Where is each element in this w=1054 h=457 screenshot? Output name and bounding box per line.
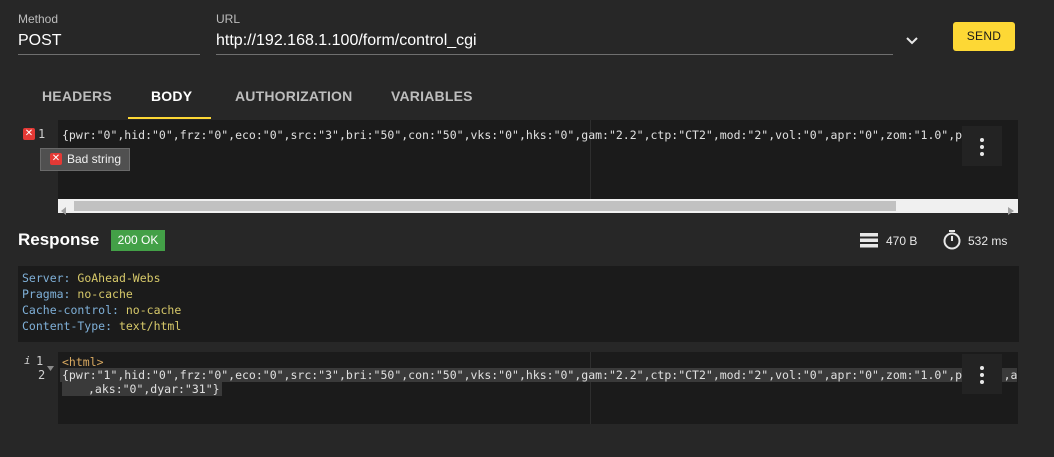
send-button[interactable]: SEND (953, 22, 1015, 51)
url-label: URL (216, 12, 241, 26)
method-underline (18, 54, 200, 55)
method-label: Method (18, 12, 59, 26)
timer-icon (942, 230, 962, 255)
header-row: Pragma: no-cache (22, 287, 133, 301)
error-tooltip: ✕ Bad string (40, 148, 131, 171)
response-code-line[interactable]: {pwr:"1",hid:"0",frz:"0",eco:"0",src:"3"… (60, 368, 1017, 382)
body-line-number: 1 (38, 127, 46, 141)
tab-headers[interactable]: HEADERS (42, 88, 112, 104)
error-tooltip-icon: ✕ (50, 153, 62, 165)
status-badge: 200 OK (111, 230, 165, 251)
tab-active-indicator (128, 117, 211, 119)
response-size: 470 B (886, 234, 918, 248)
info-icon: i (24, 354, 31, 367)
header-row: Content-Type: text/html (22, 319, 182, 333)
more-vertical-icon (980, 366, 984, 387)
size-icon (860, 233, 878, 253)
method-field[interactable]: POST (18, 32, 62, 50)
scroll-right-icon[interactable] (1008, 202, 1014, 220)
header-row: Server: GoAhead-Webs (22, 271, 161, 285)
response-time: 532 ms (968, 234, 1008, 248)
response-code-line-wrapped[interactable]: ,aks:"0",dyar:"31"} (62, 382, 222, 396)
more-vertical-icon (980, 138, 984, 159)
response-column-divider (590, 352, 591, 424)
response-code-line[interactable]: <html> (62, 355, 104, 369)
tab-body[interactable]: BODY (151, 88, 192, 104)
body-code-line[interactable]: {pwr:"0",hid:"0",frz:"0",eco:"0",src:"3"… (62, 128, 962, 142)
response-line-number: 2 (38, 368, 46, 382)
scrollbar-thumb[interactable] (74, 201, 896, 211)
chevron-down-icon[interactable] (905, 33, 919, 51)
horizontal-scrollbar[interactable] (58, 199, 1018, 215)
tab-authorization[interactable]: AUTHORIZATION (235, 88, 352, 104)
response-headers-list: Server: GoAhead-Webs Pragma: no-cache Ca… (22, 270, 181, 334)
header-row: Cache-control: no-cache (22, 303, 182, 317)
scroll-left-icon[interactable] (61, 202, 67, 220)
url-field[interactable]: http://192.168.1.100/form/control_cgi (216, 32, 477, 50)
response-line-number: 1 (36, 354, 44, 368)
body-more-menu[interactable] (962, 126, 1002, 166)
tab-variables[interactable]: VARIABLES (391, 88, 473, 104)
url-underline (216, 54, 893, 55)
error-icon[interactable]: ✕ (23, 128, 35, 140)
fold-arrow-icon[interactable] (47, 358, 54, 376)
error-tooltip-text: Bad string (67, 152, 122, 166)
response-more-menu[interactable] (962, 354, 1002, 394)
response-title: Response (18, 230, 100, 249)
